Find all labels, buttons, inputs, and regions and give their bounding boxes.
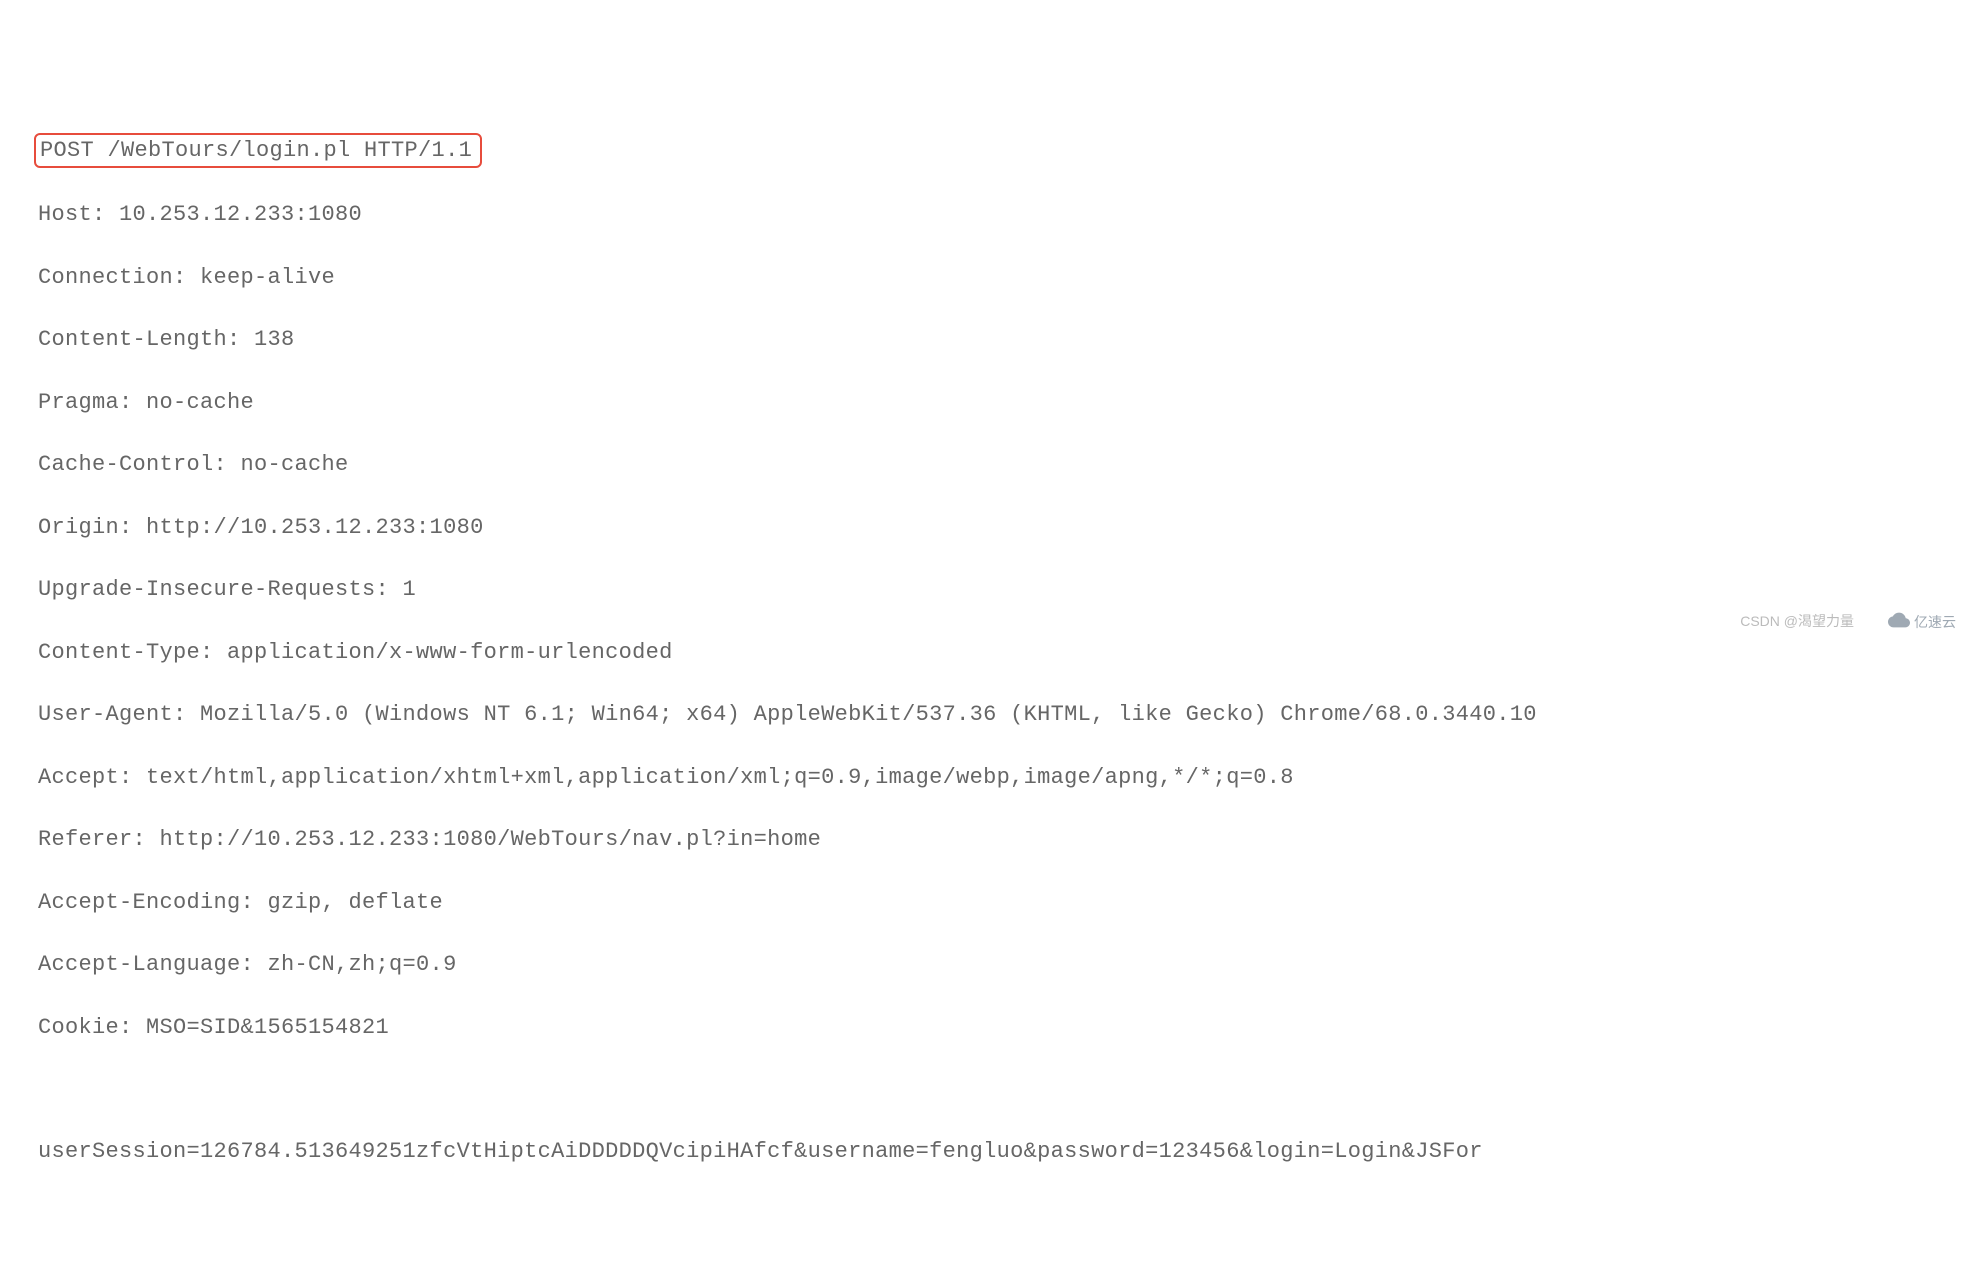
watermark-csdn: CSDN @渴望力量 [1740,612,1854,632]
blank-separator [38,1074,1954,1105]
header-line: Cookie: MSO=SID&1565154821 [38,1012,1954,1043]
request-body: userSession=126784.513649251zfcVtHiptcAi… [38,1136,1954,1167]
header-line: Pragma: no-cache [38,387,1954,418]
header-line: Content-Type: application/x-www-form-url… [38,637,1954,668]
header-line: Origin: http://10.253.12.233:1080 [38,512,1954,543]
header-line: Accept-Encoding: gzip, deflate [38,887,1954,918]
header-line: Host: 10.253.12.233:1080 [38,199,1954,230]
request-line-highlight: POST /WebTours/login.pl HTTP/1.1 [34,133,482,168]
header-line: Cache-Control: no-cache [38,449,1954,480]
watermark-yisuyun-text: 亿速云 [1914,613,1956,633]
header-line: Content-Length: 138 [38,324,1954,355]
header-line: Accept: text/html,application/xhtml+xml,… [38,762,1954,793]
header-line: Upgrade-Insecure-Requests: 1 [38,574,1954,605]
watermark-yisuyun: 亿速云 [1888,612,1956,634]
cloud-icon [1888,612,1910,634]
request-line-wrapper: POST /WebTours/login.pl HTTP/1.1 [38,133,1954,168]
header-line: User-Agent: Mozilla/5.0 (Windows NT 6.1;… [38,699,1954,730]
header-line: Connection: keep-alive [38,262,1954,293]
header-line: Referer: http://10.253.12.233:1080/WebTo… [38,824,1954,855]
header-line: Accept-Language: zh-CN,zh;q=0.9 [38,949,1954,980]
request-line: POST /WebTours/login.pl HTTP/1.1 [40,138,472,163]
